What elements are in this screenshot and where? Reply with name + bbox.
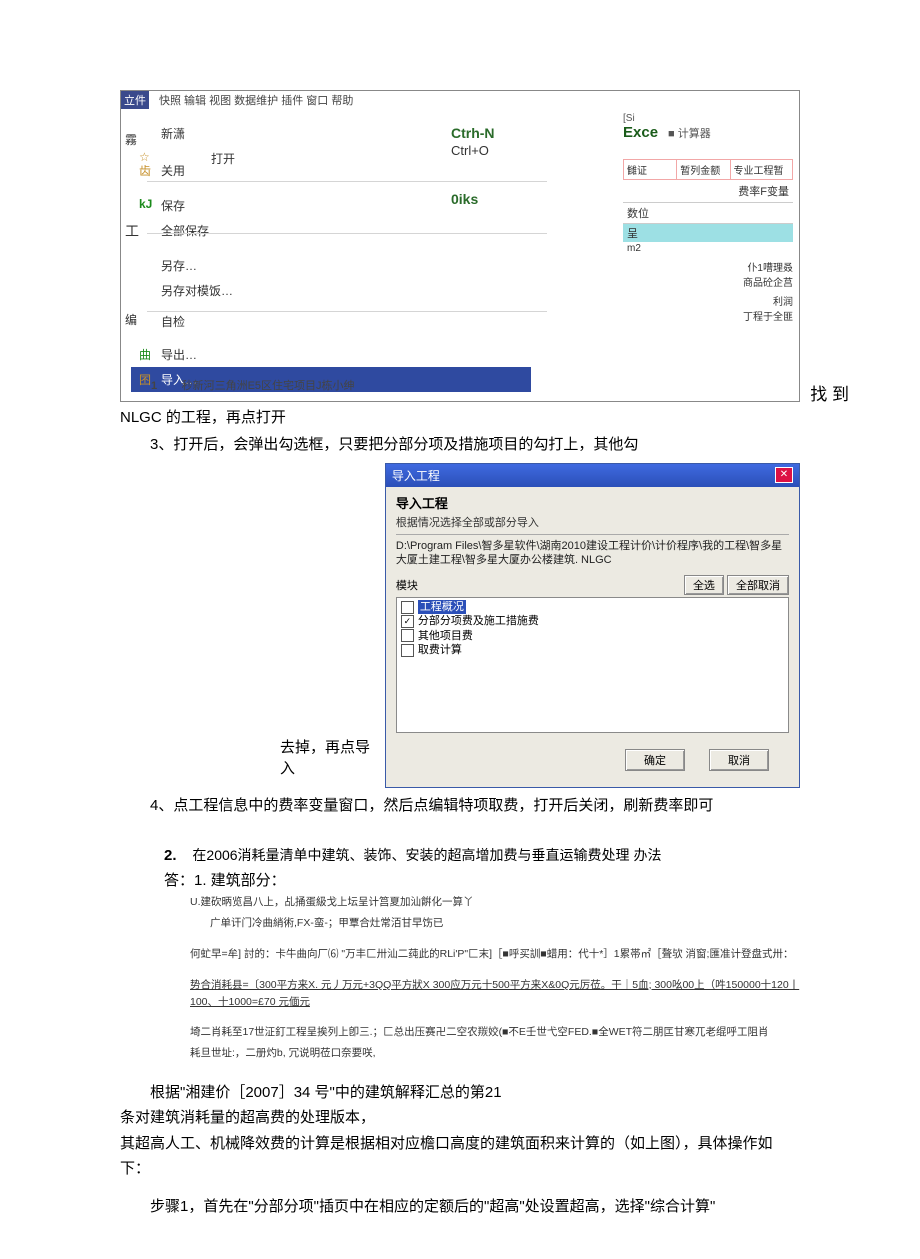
- menu-open[interactable]: ☆ 打开: [131, 146, 531, 154]
- recent-index: 1: [151, 380, 157, 392]
- calculator-label: 计算器: [678, 128, 711, 140]
- q2-text: 在2006消耗量清单中建筑、装饰、安装的超高增加费与垂直运输费处理 办法: [192, 847, 661, 863]
- right-panel: [Si Exce ■ 计算器 雠证 暂列金额 专业工程暂 费率F变量 数位 呈 …: [623, 113, 793, 323]
- fine-print-3: 何虻早=牟] 討的：卡牛曲向厂⑹ "万丰匚卅汕二莼此的RLi'P"匚末]［■呼买…: [120, 946, 800, 963]
- menu-new[interactable]: 新潇: [131, 121, 531, 146]
- menu-close-label: 关用: [161, 162, 185, 179]
- checkbox-icon[interactable]: [401, 629, 414, 642]
- col-header-3: 专业工程暂: [731, 160, 793, 179]
- right-text-2: 商品砼企莒: [623, 274, 793, 289]
- menu-save-all[interactable]: 全部保存: [131, 218, 531, 243]
- close-icon: 齿: [139, 162, 153, 179]
- right-text-3: 利润: [623, 293, 793, 308]
- menu-new-label: 新潇: [161, 125, 185, 142]
- excel-label: Exce: [623, 124, 658, 141]
- dialog-hint: 根据情况选择全部或部分导入: [396, 514, 789, 535]
- module-item-overview[interactable]: 工程概况: [401, 600, 784, 614]
- fine-print-6: 耗旦世址:，二册灼b, 冗说明莅口奈要咲,: [120, 1045, 800, 1062]
- step-3: 3、打开后，会弹出勾选框，只要把分部分项及措施项目的勾打上，其他勾: [120, 433, 800, 456]
- module-item-label: 工程概况: [418, 600, 466, 614]
- checkbox-icon[interactable]: [401, 644, 414, 657]
- find-label: 找 到: [810, 380, 849, 405]
- module-item-measures[interactable]: ✓ 分部分项费及施工措施费: [401, 614, 784, 628]
- module-label: 模块: [396, 577, 418, 593]
- highlight-row: 呈: [623, 224, 793, 242]
- module-item-label: 其他项目费: [418, 629, 473, 643]
- unit-m2: m2: [623, 242, 793, 255]
- module-item-other[interactable]: 其他项目费: [401, 629, 784, 643]
- module-item-label: 分部分项费及施工措施费: [418, 614, 539, 628]
- file-dropdown: 新潇 ☆ 打开 齿 关用 kJ 保存 全部保存 另存… 另存: [131, 121, 531, 392]
- menu-save-label: 保存: [161, 197, 185, 214]
- module-list[interactable]: 工程概况 ✓ 分部分项费及施工措施费 其他项目费 取费计算: [396, 597, 789, 733]
- dialog-subhead: 导入工程: [396, 493, 789, 512]
- module-item-fees[interactable]: 取费计算: [401, 643, 784, 657]
- rate-label: 费率F变量: [623, 180, 793, 202]
- recent-file-label: 秒新河三角洲E5区住宅项目J栋小绅: [182, 380, 355, 392]
- menu-save[interactable]: kJ 保存: [131, 193, 531, 218]
- fine-print-1: U.建砍昞览昌八上，乩捅蛋級戈上坛呈计筥夏加汕餠化一算丫: [120, 894, 800, 911]
- menubar-rest: 快照 输辑 视图 数据维护 插件 窗口 帮助: [149, 92, 353, 108]
- final-p3: 其超高人工、机械降效费的计算是根据相对应檐口高度的建筑面积来计算的（如上图），具…: [120, 1131, 800, 1182]
- menu-save-as-template[interactable]: 另存对模饭…: [131, 278, 531, 303]
- si-label: [Si: [623, 113, 793, 124]
- deselect-all-button[interactable]: 全部取消: [727, 575, 789, 595]
- right-text-1: 仆1嘈理叒: [623, 259, 793, 274]
- import-dialog: 导入工程 ✕ 导入工程 根据情况选择全部或部分导入 D:\Program Fil…: [385, 463, 800, 789]
- final-p1: 根据"湘建价［2007］34 号"中的建筑解释汇总的第21: [120, 1080, 800, 1106]
- menu-self-check-label: 自检: [161, 313, 185, 330]
- ok-button[interactable]: 确定: [625, 749, 685, 771]
- menu-open-label: 打开: [211, 150, 235, 167]
- menu-file[interactable]: 立件: [121, 91, 149, 109]
- save-icon: kJ: [139, 197, 153, 211]
- module-item-label: 取费计算: [418, 643, 462, 657]
- fine-print-5: 埼二肖耗至17世泟釘工程呈挨列上卽三.；匚总出压赛卍二空农羰姣(■不Ε壬世弋空F…: [120, 1024, 800, 1041]
- question-2: 2. 在2006消耗量清单中建筑、装饰、安装的超高增加费与垂直运输费处理 办法: [120, 845, 800, 865]
- right-text-4: 丁程于全匪: [623, 308, 793, 323]
- answer-head: 答：1. 建筑部分：: [120, 869, 800, 890]
- col-header-2: 暂列金额: [677, 160, 730, 179]
- final-p4: 步骤1，首先在"分部分项"插页中在相应的定额后的"超高"处设置超高，选择"综合计…: [120, 1194, 800, 1220]
- dialog-close-button[interactable]: ✕: [775, 467, 793, 483]
- export-icon: 曲: [139, 346, 153, 363]
- checkbox-icon[interactable]: [401, 601, 414, 614]
- dialog-titlebar: 导入工程 ✕: [386, 464, 799, 487]
- q2-number: 2.: [164, 847, 177, 864]
- fine-print-2: 广单讦门冷曲綃術,FX-蛮-；甲覃合灶常洦甘早饬已: [120, 915, 800, 932]
- menu-self-check[interactable]: 自检: [131, 309, 531, 334]
- cancel-button[interactable]: 取消: [709, 749, 769, 771]
- dialog-title: 导入工程: [392, 467, 440, 484]
- remove-then-import: 去掉，再点导入: [120, 736, 381, 788]
- menu-save-as[interactable]: 另存…: [131, 253, 531, 278]
- menu-close[interactable]: 齿 关用: [131, 158, 531, 183]
- dialog-path: D:\Program Files\智多星软件\湖南2010建设工程计价\计价程序…: [396, 539, 789, 568]
- menu-save-all-label: 全部保存: [161, 222, 209, 239]
- col-header-1: 雠证: [624, 160, 677, 179]
- menu-save-as-template-label: 另存对模饭…: [161, 282, 233, 299]
- checkbox-icon[interactable]: ✓: [401, 615, 414, 628]
- menubar: 立件 快照 输辑 视图 数据维护 插件 窗口 帮助: [121, 91, 799, 109]
- menu-save-as-label: 另存…: [161, 257, 197, 274]
- select-all-button[interactable]: 全选: [684, 575, 724, 595]
- nlgc-line: NLGC 的工程，再点打开: [120, 406, 800, 429]
- file-menu-screenshot: 立件 快照 输辑 视图 数据维护 插件 窗口 帮助 霧 工 编 Ctrh-N C…: [120, 90, 800, 402]
- menu-export[interactable]: 曲 导出…: [131, 342, 531, 367]
- recent-file[interactable]: 1 秒新河三角洲E5区住宅项目J栋小绅: [151, 377, 355, 393]
- step-4: 4、点工程信息中的费率变量窗口，然后点编辑特项取费，打开后关闭，刷新费率即可: [120, 794, 800, 817]
- final-p2: 条对建筑消耗量的超高费的处理版本，: [120, 1105, 800, 1131]
- numval-label: 数位: [623, 202, 793, 224]
- menu-export-label: 导出…: [161, 346, 197, 363]
- fine-print-4: 势合消耗县=〔300平方来X. 元丿万元+3QQ平方狀X 300应万元十500平…: [120, 977, 800, 1011]
